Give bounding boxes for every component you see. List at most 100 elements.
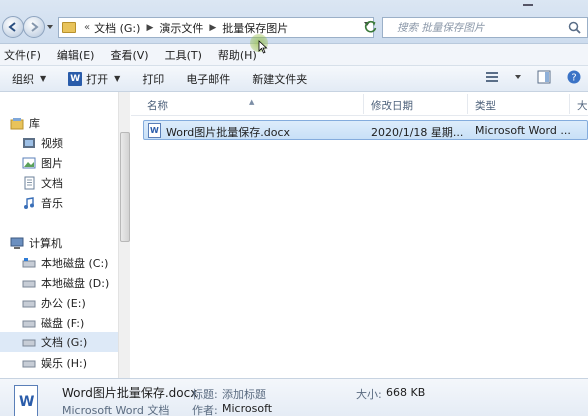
column-divider[interactable] [569, 94, 570, 114]
address-bar-row: « 文档 (G:) ▶ 演示文件 ▶ 批量保存图片 搜索 批量保存图片 [0, 0, 588, 44]
details-pane: Word图片批量保存.docx 标题: 添加标题 大小: 668 KB Micr… [0, 378, 588, 416]
details-title-label: 标题: [192, 388, 218, 401]
breadcrumb-item[interactable]: 演示文件 [159, 20, 203, 36]
print-label: 打印 [142, 72, 165, 86]
drive-icon [22, 280, 36, 288]
nav-videos[interactable]: 视频 [22, 134, 63, 152]
open-chevron-down-icon: ▼ [114, 74, 121, 83]
menu-bar: 文件(F) 编辑(E) 查看(V) 工具(T) 帮助(H) [0, 44, 588, 66]
nav-label: 磁盘 (F:) [41, 317, 85, 330]
address-box[interactable]: « 文档 (G:) ▶ 演示文件 ▶ 批量保存图片 [58, 17, 374, 38]
nav-label: 图片 [41, 157, 63, 170]
nav-label: 办公 (E:) [41, 297, 86, 310]
details-author-label: 作者: [192, 404, 218, 416]
details-size-value: 668 KB [386, 386, 426, 399]
menu-tools[interactable]: 工具(T) [165, 47, 202, 63]
file-row-selected[interactable]: Word图片批量保存.docx 2020/1/18 星期... Microsof… [143, 120, 588, 140]
breadcrumb-item[interactable]: 文档 (G:) [94, 20, 140, 36]
forward-arrow-icon [31, 22, 39, 32]
help-icon[interactable]: ? [566, 69, 582, 85]
scrollbar-thumb[interactable] [120, 132, 130, 242]
details-title-value[interactable]: 添加标题 [222, 386, 266, 402]
details-size-label: 大小: [356, 388, 382, 401]
drive-icon [22, 320, 36, 328]
search-placeholder: 搜索 批量保存图片 [397, 22, 485, 34]
menu-help[interactable]: 帮助(H) [218, 47, 257, 63]
details-filename: Word图片批量保存.docx [62, 386, 198, 400]
details-author-value[interactable]: Microsoft [222, 402, 272, 415]
new-folder-label: 新建文件夹 [252, 72, 308, 86]
column-type[interactable]: 类型 [475, 98, 496, 113]
column-date[interactable]: 修改日期 [371, 98, 413, 113]
nav-drive-c[interactable]: 本地磁盘 (C:) [22, 254, 108, 272]
forward-button[interactable] [23, 16, 45, 38]
breadcrumb-overflow[interactable]: « [84, 22, 90, 33]
file-name: Word图片批量保存.docx [166, 126, 291, 139]
new-folder-button[interactable]: 新建文件夹 [250, 69, 309, 89]
menu-file[interactable]: 文件(F) [4, 47, 41, 63]
nav-label: 本地磁盘 (D:) [41, 277, 110, 290]
breadcrumb-separator-icon[interactable]: ▶ [146, 23, 153, 33]
nav-drive-g[interactable]: 文档 (G:) [0, 332, 118, 352]
nav-label: 文档 [41, 177, 63, 190]
menu-edit[interactable]: 编辑(E) [57, 47, 95, 63]
organize-button[interactable]: 组织 ▼ [10, 69, 48, 89]
breadcrumb-item[interactable]: 批量保存图片 [222, 20, 288, 36]
email-button[interactable]: 电子邮件 [184, 69, 232, 89]
nav-drive-h[interactable]: 娱乐 (H:) [22, 354, 87, 372]
nav-label: 音乐 [41, 197, 63, 210]
drive-icon [22, 339, 36, 347]
column-headers: ▲ 名称 修改日期 类型 大 [131, 92, 588, 116]
mouse-pointer-icon [258, 40, 268, 54]
back-arrow-icon [8, 22, 16, 32]
view-options-icon[interactable] [484, 69, 500, 85]
organize-label: 组织 [12, 72, 34, 86]
computer-icon [10, 237, 24, 249]
drive-icon [22, 360, 36, 368]
open-button[interactable]: W 打开 ▼ [66, 69, 122, 89]
refresh-icon[interactable] [362, 18, 380, 36]
nav-pictures[interactable]: 图片 [22, 154, 63, 172]
details-filetype: Microsoft Word 文档 [62, 404, 170, 416]
preview-pane-icon[interactable] [536, 69, 552, 85]
word-document-icon [148, 123, 161, 138]
library-icon [10, 118, 24, 130]
search-icon[interactable] [568, 21, 581, 34]
nav-computer[interactable]: 计算机 [10, 234, 62, 252]
nav-drive-f[interactable]: 磁盘 (F:) [22, 314, 84, 332]
organize-chevron-down-icon: ▼ [40, 74, 47, 83]
nav-label: 计算机 [29, 237, 62, 250]
nav-label: 视频 [41, 137, 63, 150]
folder-icon [62, 22, 76, 33]
view-chevron-down-icon[interactable] [514, 73, 522, 81]
breadcrumb-separator-icon[interactable]: ▶ [209, 23, 216, 33]
print-button[interactable]: 打印 [140, 69, 166, 89]
nav-library[interactable]: 库 [10, 114, 40, 132]
menu-view[interactable]: 查看(V) [110, 47, 148, 63]
recent-pages-chevron-down-icon[interactable] [46, 23, 54, 31]
search-input[interactable]: 搜索 批量保存图片 [382, 17, 588, 38]
nav-documents[interactable]: 文档 [22, 174, 63, 192]
music-icon [24, 197, 34, 209]
nav-drive-e[interactable]: 办公 (E:) [22, 294, 86, 312]
file-list: ▲ 名称 修改日期 类型 大 Word图片批量保存.docx 2020/1/18… [131, 92, 588, 378]
minimize-icon[interactable] [516, 0, 540, 10]
svg-text:?: ? [571, 73, 576, 84]
nav-label: 本地磁盘 (C:) [41, 257, 109, 270]
nav-music[interactable]: 音乐 [22, 194, 63, 212]
system-drive-icon [22, 258, 36, 268]
column-name[interactable]: 名称 [147, 98, 168, 113]
nav-drive-d[interactable]: 本地磁盘 (D:) [22, 274, 109, 292]
video-icon [23, 138, 35, 148]
word-document-large-icon [14, 385, 38, 416]
column-size[interactable]: 大 [577, 98, 588, 113]
navigation-scrollbar[interactable] [118, 92, 130, 378]
navigation-pane: 库 视频 图片 文档 音乐 计算机 本地磁盘 (C:) 本地磁盘 (D:) 办公… [0, 92, 118, 378]
back-button[interactable] [2, 16, 24, 38]
column-divider[interactable] [363, 94, 364, 114]
command-bar: 组织 ▼ W 打开 ▼ 打印 电子邮件 新建文件夹 ? [0, 66, 588, 92]
column-divider[interactable] [467, 94, 468, 114]
sort-ascending-icon: ▲ [249, 98, 255, 106]
word-icon: W [68, 71, 83, 86]
file-type: Microsoft Word ... [475, 124, 571, 137]
